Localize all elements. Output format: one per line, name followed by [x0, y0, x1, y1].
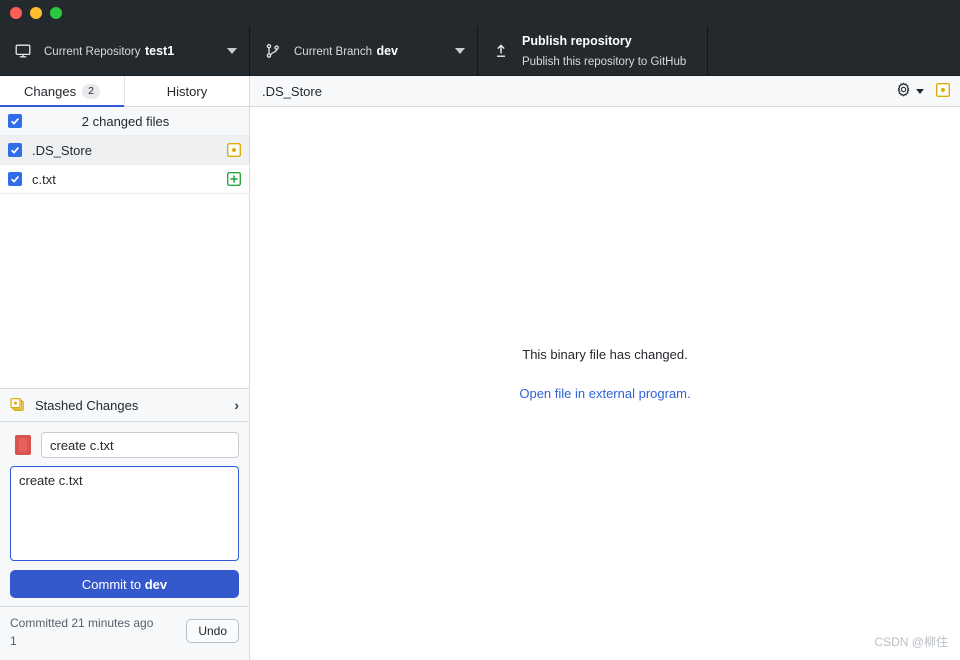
- modified-status-icon: [226, 142, 242, 158]
- repository-icon: [12, 43, 34, 59]
- chevron-down-icon: [227, 48, 237, 54]
- chevron-down-icon: [916, 88, 924, 94]
- publish-text: Publish repository Publish this reposito…: [522, 31, 695, 71]
- branch-text: Current Branch dev: [294, 41, 449, 61]
- publish-repository-button[interactable]: Publish repository Publish this reposito…: [478, 26, 708, 76]
- publish-subtitle: Publish this repository to GitHub: [522, 56, 687, 68]
- github-desktop-window: Current Repository test1 Current Branch …: [0, 0, 960, 660]
- file-name: c.txt: [32, 171, 56, 187]
- diff-file-title: .DS_Store: [262, 83, 322, 99]
- commit-form: Commit to dev: [0, 422, 249, 607]
- minimize-window-button[interactable]: [30, 7, 42, 19]
- file-row-c-txt[interactable]: c.txt: [0, 165, 249, 194]
- file-name: .DS_Store: [32, 142, 92, 158]
- branch-icon: [262, 43, 284, 59]
- commit-status-text: Committed 21 minutes ago 1: [10, 615, 186, 650]
- commit-status-line2: 1: [10, 633, 17, 648]
- repository-name: test1: [144, 44, 175, 58]
- repository-text: Current Repository test1: [44, 41, 221, 61]
- toolbar-empty-area: [708, 26, 960, 76]
- commit-description-input[interactable]: [10, 466, 239, 562]
- sidebar-tabs: Changes 2 History: [0, 76, 249, 107]
- binary-file-message: This binary file has changed.: [522, 346, 688, 362]
- stash-icon: [10, 397, 26, 413]
- changed-files-list[interactable]: 2 changed files .DS_Store c.txt: [0, 107, 249, 389]
- changes-sidebar: Changes 2 History 2 changed files .DS_St…: [0, 76, 250, 660]
- commit-button-prefix: Commit to: [81, 576, 145, 592]
- undo-button[interactable]: Undo: [186, 619, 239, 644]
- select-all-checkbox[interactable]: [8, 114, 22, 128]
- diff-header: .DS_Store: [250, 76, 960, 107]
- branch-name: dev: [376, 44, 398, 58]
- tab-changes-count: 2: [82, 83, 100, 99]
- chevron-right-icon: ›: [234, 397, 239, 414]
- avatar: [15, 435, 31, 456]
- close-window-button[interactable]: [10, 7, 22, 19]
- diff-pane: .DS_Store This binary file has changed. …: [250, 76, 960, 660]
- added-status-icon: [226, 171, 242, 187]
- commit-button[interactable]: Commit to dev: [10, 570, 239, 599]
- gear-icon: [896, 82, 911, 100]
- tab-history-label: History: [166, 83, 208, 99]
- file-checkbox[interactable]: [8, 143, 22, 157]
- tab-changes-label: Changes: [24, 83, 77, 99]
- commit-status-line1: Committed 21 minutes ago: [10, 616, 154, 631]
- file-checkbox[interactable]: [8, 172, 22, 186]
- repository-label: Current Repository: [44, 46, 141, 58]
- publish-title: Publish repository: [522, 34, 632, 48]
- branch-label: Current Branch: [294, 46, 372, 58]
- diff-empty-state: This binary file has changed. Open file …: [250, 107, 960, 660]
- upload-icon: [490, 43, 512, 59]
- app-toolbar: Current Repository test1 Current Branch …: [0, 26, 960, 76]
- current-branch-button[interactable]: Current Branch dev: [250, 26, 478, 76]
- stashed-changes-label: Stashed Changes: [35, 397, 139, 413]
- commit-button-branch: dev: [144, 576, 168, 592]
- select-all-row[interactable]: 2 changed files: [0, 107, 249, 136]
- file-row-ds-store[interactable]: .DS_Store: [0, 136, 249, 165]
- zoom-window-button[interactable]: [50, 7, 62, 19]
- window-titlebar: [0, 0, 960, 26]
- diff-options-button[interactable]: [896, 82, 924, 100]
- app-body: Changes 2 History 2 changed files .DS_St…: [0, 76, 960, 660]
- commit-summary-row: [10, 432, 239, 459]
- commit-summary-input[interactable]: [41, 432, 239, 459]
- tab-changes[interactable]: Changes 2: [0, 76, 125, 107]
- open-in-external-program-link[interactable]: Open file in external program.: [519, 386, 690, 401]
- changed-files-count-label: 2 changed files: [81, 113, 170, 129]
- commit-status-footer: Committed 21 minutes ago 1 Undo: [0, 606, 249, 660]
- current-repository-button[interactable]: Current Repository test1: [0, 26, 250, 76]
- chevron-down-icon: [455, 48, 465, 54]
- stashed-changes-row[interactable]: Stashed Changes ›: [0, 388, 249, 423]
- binary-modified-icon: [935, 82, 951, 100]
- tab-history[interactable]: History: [125, 76, 249, 106]
